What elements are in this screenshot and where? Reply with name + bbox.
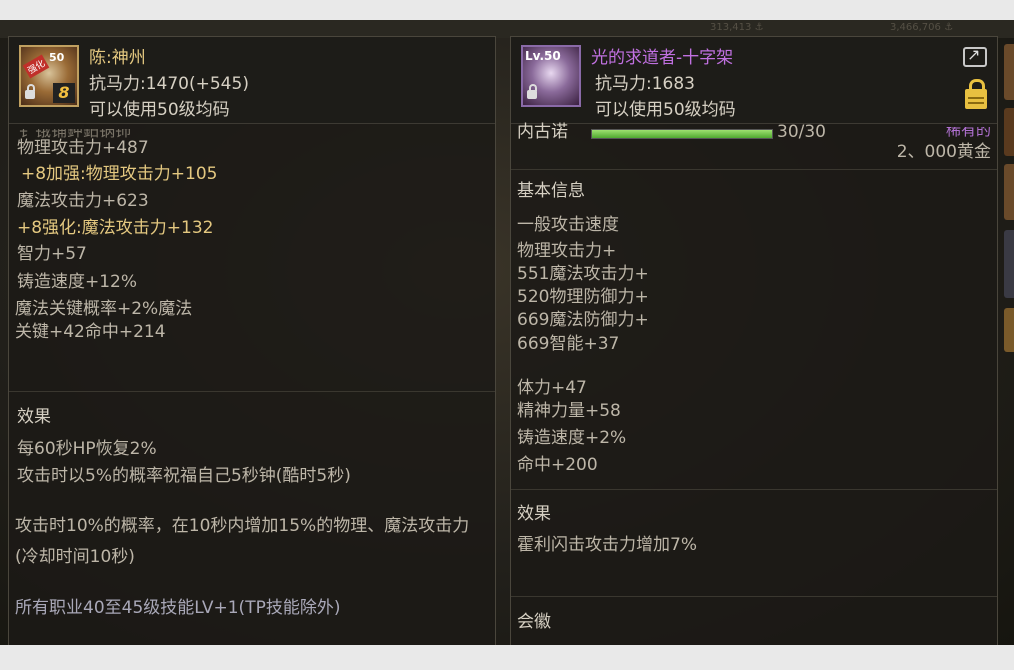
stat-line: 命中+200: [517, 455, 598, 475]
icon-level: Lv.50: [525, 49, 561, 63]
skill-bonus: 所有职业40至45级技能LV+1(TP技能除外): [15, 598, 341, 618]
stat-line: 魔法攻击力+623: [17, 191, 149, 211]
emblem-header: 会徽: [517, 612, 551, 632]
stat-line: 物理攻击力+487: [17, 138, 149, 158]
item-icon[interactable]: 强化 50 8: [19, 45, 79, 107]
lock-icon: [527, 84, 537, 99]
side-tab-2[interactable]: [1004, 108, 1014, 156]
game-scene: 313,413 ⚓ 3,466,706 ⚓ 强化 50 8 陈:神州 抗马力:1…: [0, 20, 1014, 645]
stat-line: 魔法关键概率+2%魔法: [15, 299, 193, 319]
currency-left: 313,413 ⚓: [710, 22, 764, 33]
stat-line: 铸造速度+2%: [517, 428, 627, 448]
durability-fill: [592, 130, 772, 138]
side-tab-4[interactable]: [1004, 230, 1014, 298]
basic-line: 669魔法防御力+: [517, 310, 649, 330]
item-name: 陈:神州: [89, 48, 146, 68]
basic-header: 基本信息: [517, 181, 585, 201]
effect-line: 每60秒HP恢复2%: [17, 439, 157, 459]
stat-line: 铸造速度+12%: [17, 272, 138, 292]
enhance-line: +8加强:物理攻击力+105: [21, 164, 218, 184]
item-name: 光的求道者-十字架: [591, 48, 734, 68]
basic-line: 物理攻击力+: [517, 241, 617, 261]
effect-line: 攻击时10%的概率，在10秒内增加15%的物理、魔法攻击力: [15, 516, 470, 536]
stat-line: 智力+57: [17, 244, 87, 264]
basic-line: 一般攻击速度: [517, 215, 619, 235]
stat-line: 体力+47: [517, 378, 587, 398]
share-icon[interactable]: [963, 45, 987, 67]
effect-line: 攻击时以5%的概率祝福自己5秒钟(酷时5秒): [17, 466, 351, 486]
icon-level: 50: [49, 51, 65, 64]
durability-bar: [591, 129, 773, 139]
stat-line: 精神力量+58: [517, 401, 621, 421]
anti-magic: 抗马力:1683: [595, 74, 695, 94]
basic-line: 669智能+37: [517, 334, 620, 354]
basic-line: 551魔法攻击力+: [517, 264, 649, 284]
effect-line: (冷却时间10秒): [15, 547, 135, 567]
usage-level: 可以使用50级均码: [595, 100, 736, 120]
item-header: 强化 50 8 陈:神州 抗马力:1470(+545) 可以使用50级均码: [9, 37, 495, 124]
durability-value: 30/30: [777, 122, 826, 142]
effect-header: 效果: [17, 407, 51, 427]
item-header: Lv.50 光的求道者-十字架 抗马力:1683 可以使用50级均码: [511, 37, 997, 124]
item-tooltip-right: Lv.50 光的求道者-十字架 抗马力:1683 可以使用50级均码 稀有的 内…: [510, 36, 998, 645]
divider: [511, 489, 997, 490]
effect-header: 效果: [517, 504, 551, 524]
enhance-level-badge: 8: [53, 83, 75, 103]
anti-magic: 抗马力:1470(+545): [89, 74, 249, 94]
enhance-tag: 强化: [22, 54, 50, 79]
enhance-line: +8强化:魔法攻击力+132: [17, 218, 214, 238]
effect-line: 霍利闪击攻击力增加7%: [517, 535, 697, 555]
side-tab-3[interactable]: [1004, 164, 1014, 220]
lock-icon: [25, 84, 35, 99]
stat-line: 关键+42命中+214: [15, 322, 166, 342]
item-icon[interactable]: Lv.50: [521, 45, 581, 107]
usage-level: 可以使用50级均码: [89, 100, 230, 120]
side-tab-5[interactable]: [1004, 308, 1014, 352]
basic-line: 520物理防御力+: [517, 287, 649, 307]
side-tab-1[interactable]: [1004, 44, 1014, 100]
currency-right: 3,466,706 ⚓: [890, 22, 954, 33]
divider: [9, 391, 495, 392]
item-tooltip-left: 强化 50 8 陈:神州 抗马力:1470(+545) 可以使用50级均码 钅锇…: [8, 36, 496, 645]
price: 2、000黄金: [896, 142, 991, 162]
durability-label: 内古诺: [517, 122, 568, 142]
divider: [511, 169, 997, 170]
divider: [511, 596, 997, 597]
lock-icon[interactable]: [965, 79, 987, 109]
